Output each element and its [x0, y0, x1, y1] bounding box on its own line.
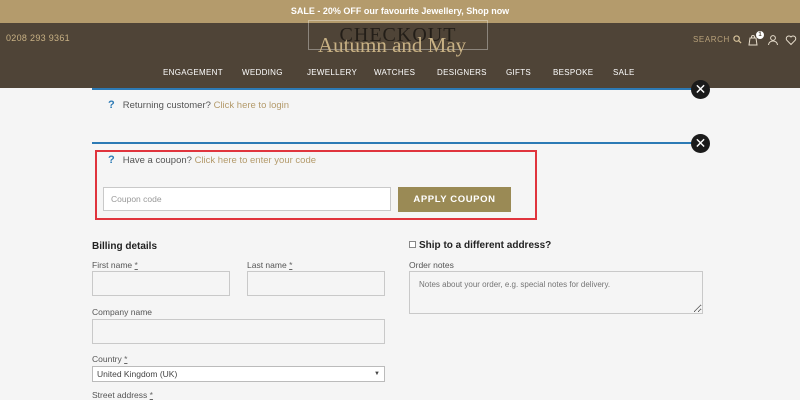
user-icon[interactable]	[767, 34, 779, 46]
search-label: SEARCH	[693, 35, 730, 44]
coupon-notice-text: Have a coupon?	[122, 154, 192, 166]
first-name-input[interactable]	[92, 271, 230, 296]
order-notes-input[interactable]	[409, 271, 703, 314]
coupon-code-input[interactable]	[103, 187, 391, 211]
first-name-label: First name *	[92, 260, 138, 270]
apply-coupon-button[interactable]: APPLY COUPON	[398, 187, 511, 212]
order-notes-label: Order notes	[409, 260, 454, 270]
last-name-input[interactable]	[247, 271, 385, 296]
login-notice: ? Returning customer? Click here to logi…	[108, 99, 289, 111]
phone-number[interactable]: 0208 293 9361	[6, 33, 70, 43]
country-label: Country *	[92, 354, 128, 364]
login-notice-text: Returning customer?	[122, 99, 211, 111]
nav-sale[interactable]: SALE	[613, 68, 635, 77]
question-icon: ?	[108, 99, 115, 111]
ship-different-heading[interactable]: Ship to a different address?	[419, 240, 551, 251]
close-icon: ✕	[694, 135, 707, 151]
nav-jewellery[interactable]: JEWELLERY	[307, 68, 357, 77]
billing-heading: Billing details	[92, 241, 158, 252]
question-icon: ?	[108, 154, 115, 166]
close-login-notice-button[interactable]: ✕	[691, 80, 710, 99]
main-nav: ENGAGEMENT WEDDING JEWELLERY WATCHES DES…	[0, 68, 800, 80]
nav-watches[interactable]: WATCHES	[374, 68, 415, 77]
last-name-label: Last name *	[247, 260, 293, 270]
company-input[interactable]	[92, 319, 385, 344]
nav-gifts[interactable]: GIFTS	[506, 68, 531, 77]
cart-count-badge: 1	[756, 31, 764, 39]
heart-icon[interactable]	[785, 34, 797, 46]
coupon-link[interactable]: Click here to enter your code	[195, 155, 316, 166]
login-notice-border	[92, 88, 700, 90]
login-link[interactable]: Click here to login	[214, 100, 290, 111]
site-logo[interactable]: Autumn and May	[318, 33, 466, 58]
country-value: United Kingdom (UK)	[97, 369, 178, 379]
nav-wedding[interactable]: WEDDING	[242, 68, 283, 77]
company-label: Company name	[92, 307, 153, 317]
ship-different-checkbox[interactable]	[409, 241, 416, 248]
coupon-notice-border	[92, 142, 692, 144]
nav-designers[interactable]: DESIGNERS	[437, 68, 487, 77]
search-button[interactable]: SEARCH	[693, 35, 742, 44]
search-icon	[733, 35, 742, 44]
nav-bespoke[interactable]: BESPOKE	[553, 68, 593, 77]
close-icon: ✕	[694, 81, 707, 97]
chevron-down-icon: ▼	[374, 371, 380, 377]
coupon-notice: ? Have a coupon? Click here to enter you…	[108, 154, 316, 166]
street-address-label: Street address *	[92, 390, 153, 400]
close-coupon-notice-button[interactable]: ✕	[691, 134, 710, 153]
country-select[interactable]: United Kingdom (UK) ▼	[92, 366, 385, 382]
site-header: 0208 293 9361 CHECKOUT Autumn and May SE…	[0, 20, 800, 88]
nav-engagement[interactable]: ENGAGEMENT	[163, 68, 223, 77]
